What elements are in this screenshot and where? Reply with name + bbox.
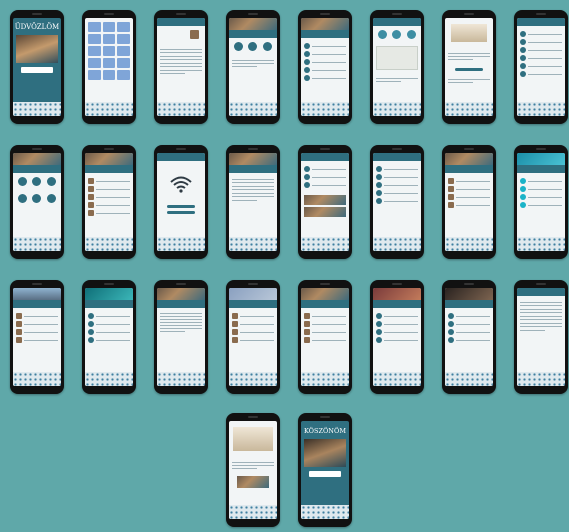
welcome-photo [16, 35, 58, 63]
tab-bar[interactable] [13, 102, 61, 116]
phone-mockup-guestbook [226, 413, 280, 527]
tab-bar[interactable] [301, 237, 349, 251]
tab-bar[interactable] [157, 372, 205, 386]
thanks-photo [304, 439, 346, 467]
welcome-title: ÜDVÖZLÖM [14, 23, 60, 31]
phone-mockup-faq [370, 145, 424, 259]
phone-mockup-wellness [442, 145, 496, 259]
tab-bar[interactable] [229, 372, 277, 386]
tab-bar[interactable] [229, 505, 277, 519]
tab-bar[interactable] [13, 372, 61, 386]
app-screens-overview: { "welcome_title": "ÜDVÖZLÖM", "thanks_t… [0, 0, 569, 532]
tab-bar[interactable] [373, 372, 421, 386]
phone-mockup-city [10, 280, 64, 394]
phone-mockup-thanks: KÖSZÖNÖM [298, 413, 352, 527]
tab-bar[interactable] [517, 372, 565, 386]
tab-bar[interactable] [85, 372, 133, 386]
tab-bar[interactable] [85, 237, 133, 251]
tab-bar[interactable] [373, 237, 421, 251]
phone-mockup-list [298, 10, 352, 124]
tab-bar[interactable] [157, 237, 205, 251]
phone-mockup-nightlife [442, 280, 496, 394]
tab-bar[interactable] [13, 237, 61, 251]
phone-mockup-welcome: ÜDVÖZLÖM [10, 10, 64, 124]
phone-mockup-events [298, 280, 352, 394]
phone-mockup-facilities [298, 145, 352, 259]
phone-mockup-programs [514, 145, 568, 259]
tab-bar[interactable] [373, 102, 421, 116]
tab-bar[interactable] [85, 102, 133, 116]
phone-mockup-directory [514, 10, 568, 124]
phone-mockup-menu-grid [82, 10, 136, 124]
wifi-icon [157, 161, 205, 199]
tab-bar[interactable] [445, 102, 493, 116]
tab-bar[interactable] [157, 102, 205, 116]
phone-mockup-contact-map [370, 10, 424, 124]
thanks-title: KÖSZÖNÖM [304, 427, 346, 435]
map[interactable] [376, 46, 418, 70]
phone-mockup-shops [226, 280, 280, 394]
phone-mockup-restaurant [154, 280, 208, 394]
tab-bar[interactable] [301, 505, 349, 519]
phone-mockup-greeting [154, 10, 208, 124]
tab-bar[interactable] [229, 237, 277, 251]
tab-bar[interactable] [445, 372, 493, 386]
tab-bar[interactable] [229, 102, 277, 116]
phone-mockup-rooms [82, 145, 136, 259]
menu-grid[interactable] [85, 18, 133, 84]
phone-mockup-wifi [154, 145, 208, 259]
phone-mockup-checkout [514, 280, 568, 394]
phone-mockup-rules [226, 145, 280, 259]
tab-bar[interactable] [301, 102, 349, 116]
phone-mockup-services [226, 10, 280, 124]
tab-bar[interactable] [445, 237, 493, 251]
tab-bar[interactable] [301, 372, 349, 386]
tab-bar[interactable] [517, 102, 565, 116]
start-button[interactable] [21, 67, 53, 73]
phone-mockup-info-card [442, 10, 496, 124]
tab-bar[interactable] [517, 237, 565, 251]
phone-mockup-pool [82, 280, 136, 394]
book-photo [233, 427, 273, 451]
phone-mockup-transport [370, 280, 424, 394]
phone-mockup-hotel [10, 145, 64, 259]
